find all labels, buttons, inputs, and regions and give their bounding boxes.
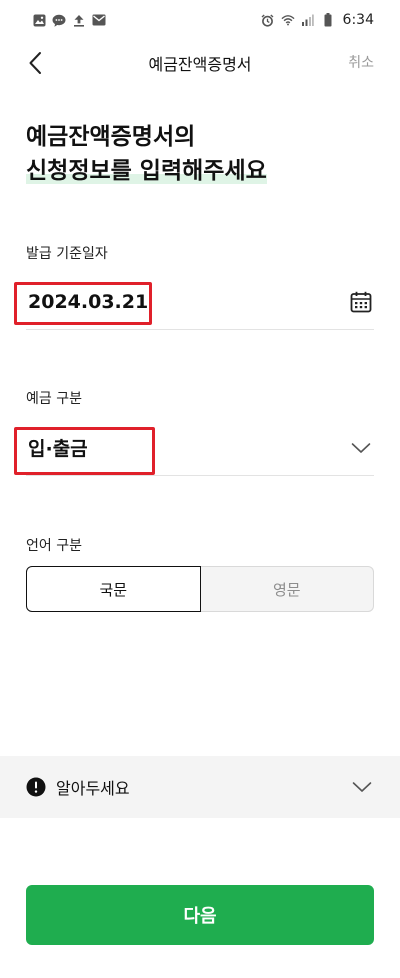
wifi-icon	[281, 13, 295, 27]
image-icon	[32, 13, 46, 27]
issue-date-value: 2024.03.21	[28, 290, 149, 313]
language-option-korean[interactable]: 국문	[26, 566, 201, 612]
form-headline: 예금잔액증명서의 신청정보를 입력해주세요	[26, 120, 366, 188]
top-app-bar: 예금잔액증명서 취소	[0, 40, 400, 86]
upload-icon	[72, 13, 86, 27]
next-button[interactable]: 다음	[26, 885, 374, 945]
language-label: 언어 구분	[26, 538, 82, 554]
status-bar-system: 6:34	[261, 12, 374, 28]
headline-line-1: 예금잔액증명서의	[26, 124, 196, 150]
chevron-down-icon	[348, 435, 374, 461]
notice-label: 알아두세요	[56, 779, 130, 798]
language-option-english[interactable]: 영문	[200, 566, 374, 612]
mail-icon	[92, 13, 106, 27]
status-bar: 6:34	[0, 0, 400, 40]
app-screen: 6:34 예금잔액증명서 취소 예금잔액증명서의 신청정보를 입력해주세요 발급…	[0, 0, 400, 978]
signal-icon	[301, 13, 315, 27]
page-title: 예금잔액증명서	[148, 55, 252, 74]
exclamation-icon	[26, 777, 46, 797]
battery-icon	[321, 13, 335, 27]
deposit-type-value: 입·출금	[28, 438, 88, 460]
cancel-button[interactable]: 취소	[348, 52, 374, 72]
status-bar-notifications	[32, 13, 106, 27]
alarm-icon	[261, 13, 275, 27]
headline-line-2: 신청정보를 입력해주세요	[26, 158, 267, 184]
deposit-type-label: 예금 구분	[26, 391, 82, 407]
calendar-icon[interactable]	[348, 289, 374, 315]
status-bar-time: 6:34	[342, 12, 374, 28]
chat-bubble-icon	[52, 13, 66, 27]
issue-date-field[interactable]: 2024.03.21	[26, 274, 374, 330]
issue-date-label: 발급 기준일자	[26, 246, 108, 262]
notice-accordion[interactable]: 알아두세요	[0, 756, 400, 818]
chevron-left-icon	[29, 52, 41, 74]
language-segmented-control: 국문 영문	[26, 566, 374, 612]
deposit-type-select[interactable]: 입·출금	[26, 420, 374, 476]
back-button[interactable]	[22, 50, 48, 76]
chevron-down-icon	[352, 781, 372, 793]
